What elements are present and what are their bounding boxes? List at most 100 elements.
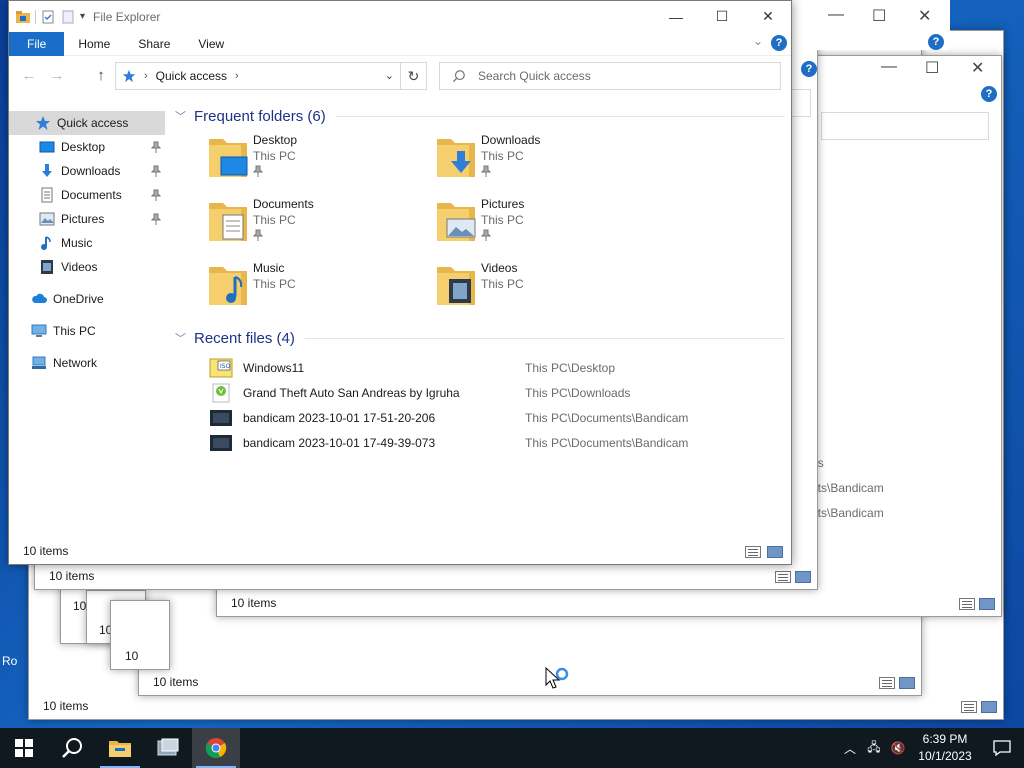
sidebar-item-music[interactable]: Music — [9, 231, 165, 255]
breadcrumb-separator[interactable]: › — [235, 70, 239, 82]
background-window-1[interactable]: — ☐ ✕ ? — [790, 0, 950, 50]
new-folder-icon[interactable] — [60, 9, 76, 25]
taskbar: ︿ 🖧 🔇 6:39 PM 10/1/2023 — [0, 728, 1024, 768]
close-icon[interactable]: ✕ — [971, 58, 984, 78]
video-file-icon — [210, 409, 232, 426]
clock[interactable]: 6:39 PM 10/1/2023 — [910, 731, 980, 765]
pin-icon[interactable] — [151, 141, 161, 153]
help-icon[interactable]: ? — [981, 86, 997, 102]
expand-ribbon-icon[interactable]: ⌄ — [753, 34, 763, 48]
customize-toolbar-icon[interactable]: ▾ — [80, 11, 85, 22]
list-item[interactable]: Grand Theft Auto San Andreas by Igruha T… — [209, 380, 785, 405]
taskbar-chrome[interactable] — [192, 728, 240, 768]
sidebar-item-quick-access[interactable]: Quick access — [9, 111, 165, 135]
iso-file-icon: ISO — [209, 358, 233, 377]
clock-date: 10/1/2023 — [918, 749, 972, 763]
folder-tile-pictures[interactable]: Pictures This PC — [435, 195, 663, 259]
back-arrow-icon[interactable]: ← — [19, 67, 39, 85]
folder-tile-downloads[interactable]: Downloads This PC — [435, 131, 663, 195]
background-window-small-3[interactable]: 10 — [110, 600, 170, 670]
address-box[interactable] — [791, 89, 811, 117]
folder-tile-videos[interactable]: Videos This PC — [435, 259, 663, 323]
sidebar-item-onedrive[interactable]: OneDrive — [9, 287, 165, 311]
chevron-down-icon[interactable]: ﹀ — [175, 108, 186, 124]
volume-muted-icon[interactable]: 🔇 — [886, 741, 910, 755]
chevron-down-icon[interactable]: ⌄ — [385, 69, 394, 82]
folder-tile-desktop[interactable]: Desktop This PC — [207, 131, 435, 195]
search-input[interactable] — [476, 68, 756, 84]
properties-icon[interactable] — [40, 9, 56, 25]
list-item[interactable]: bandicam 2023-10-01 17-51-20-206 This PC… — [209, 405, 785, 430]
desktop-icon — [39, 141, 55, 153]
chevron-up-icon[interactable]: ︿ — [838, 740, 862, 757]
videos-icon — [41, 260, 53, 274]
help-icon[interactable]: ? — [771, 35, 787, 51]
close-icon[interactable]: ✕ — [918, 6, 931, 26]
list-item[interactable]: ISO Windows11 This PC\Desktop — [209, 355, 785, 380]
content-pane: ﹀ Frequent folders (6) Desktop This PC Do… — [169, 101, 785, 455]
sidebar-item-documents[interactable]: Documents — [9, 183, 165, 207]
minimize-icon[interactable]: — — [828, 6, 844, 24]
help-icon[interactable]: ? — [801, 61, 817, 77]
maximize-icon[interactable]: ☐ — [925, 58, 939, 78]
ribbon-tabs: File Home Share View ⌄ ? — [9, 32, 791, 56]
folder-tile-documents[interactable]: Documents This PC — [207, 195, 435, 259]
title-bar[interactable]: ▾ File Explorer — ☐ ✕ — [9, 1, 791, 32]
view-toggle[interactable] — [775, 571, 811, 583]
pin-icon[interactable] — [151, 213, 161, 225]
maximize-icon[interactable]: ☐ — [699, 1, 745, 32]
search-button[interactable] — [48, 728, 96, 768]
system-tray: ︿ 🖧 🔇 6:39 PM 10/1/2023 — [838, 728, 1024, 768]
file-explorer-icon — [109, 741, 131, 757]
recent-files-header[interactable]: ﹀ Recent files (4) — [169, 323, 785, 353]
details-view-icon[interactable] — [745, 546, 761, 558]
pin-icon — [253, 165, 263, 177]
videos-folder-icon — [437, 267, 475, 305]
breadcrumb[interactable]: Quick access — [156, 69, 227, 83]
tab-file[interactable]: File — [9, 32, 65, 56]
network-icon[interactable]: 🖧 — [862, 738, 886, 759]
sidebar-item-desktop[interactable]: Desktop — [9, 135, 165, 159]
frequent-folders-header[interactable]: ﹀ Frequent folders (6) — [169, 101, 785, 131]
file-explorer-window[interactable]: ▾ File Explorer — ☐ ✕ File Home Share Vi… — [8, 0, 792, 565]
pin-icon[interactable] — [151, 165, 161, 177]
tab-home[interactable]: Home — [64, 32, 124, 56]
sidebar-item-label: Desktop — [61, 140, 106, 154]
sidebar-item-this-pc[interactable]: This PC — [9, 319, 165, 343]
sidebar-item-downloads[interactable]: Downloads — [9, 159, 165, 183]
folder-tile-music[interactable]: Music This PC — [207, 259, 435, 323]
large-icons-view-icon[interactable] — [767, 546, 783, 558]
list-item[interactable]: bandicam 2023-10-01 17-49-39-073 This PC… — [209, 430, 785, 455]
maximize-icon[interactable]: ☐ — [872, 6, 886, 26]
start-button[interactable] — [0, 728, 48, 768]
breadcrumb-separator[interactable]: › — [144, 70, 148, 82]
view-toggle[interactable] — [961, 701, 997, 713]
windows-logo-icon — [15, 739, 33, 757]
up-arrow-icon[interactable]: ↑ — [91, 67, 111, 85]
taskbar-app[interactable] — [144, 728, 192, 768]
desktop-folder-icon — [209, 139, 248, 177]
address-bar[interactable]: › Quick access › ⌄ — [115, 62, 401, 90]
sidebar-item-label: Downloads — [61, 164, 121, 178]
chrome-icon — [205, 738, 227, 758]
search-box[interactable] — [439, 62, 781, 90]
tab-share[interactable]: Share — [124, 32, 184, 56]
pin-icon[interactable] — [151, 189, 161, 201]
help-icon[interactable]: ? — [928, 34, 944, 50]
sidebar-item-pictures[interactable]: Pictures — [9, 207, 165, 231]
sidebar-item-label: Music — [61, 236, 93, 250]
minimize-icon[interactable]: — — [653, 1, 699, 32]
view-toggle[interactable] — [879, 677, 915, 689]
view-toggle[interactable] — [959, 598, 995, 610]
minimize-icon[interactable]: — — [881, 58, 897, 76]
sidebar-item-network[interactable]: Network — [9, 351, 165, 375]
forward-arrow-icon[interactable]: → — [47, 67, 67, 85]
action-center-button[interactable] — [980, 740, 1024, 756]
sidebar-item-videos[interactable]: Videos — [9, 255, 165, 279]
chevron-down-icon[interactable]: ﹀ — [175, 330, 186, 346]
taskbar-file-explorer[interactable] — [96, 728, 144, 768]
close-icon[interactable]: ✕ — [745, 1, 791, 32]
search-box[interactable] — [821, 112, 989, 140]
tab-view[interactable]: View — [184, 32, 238, 56]
refresh-icon[interactable]: ↻ — [401, 62, 427, 90]
